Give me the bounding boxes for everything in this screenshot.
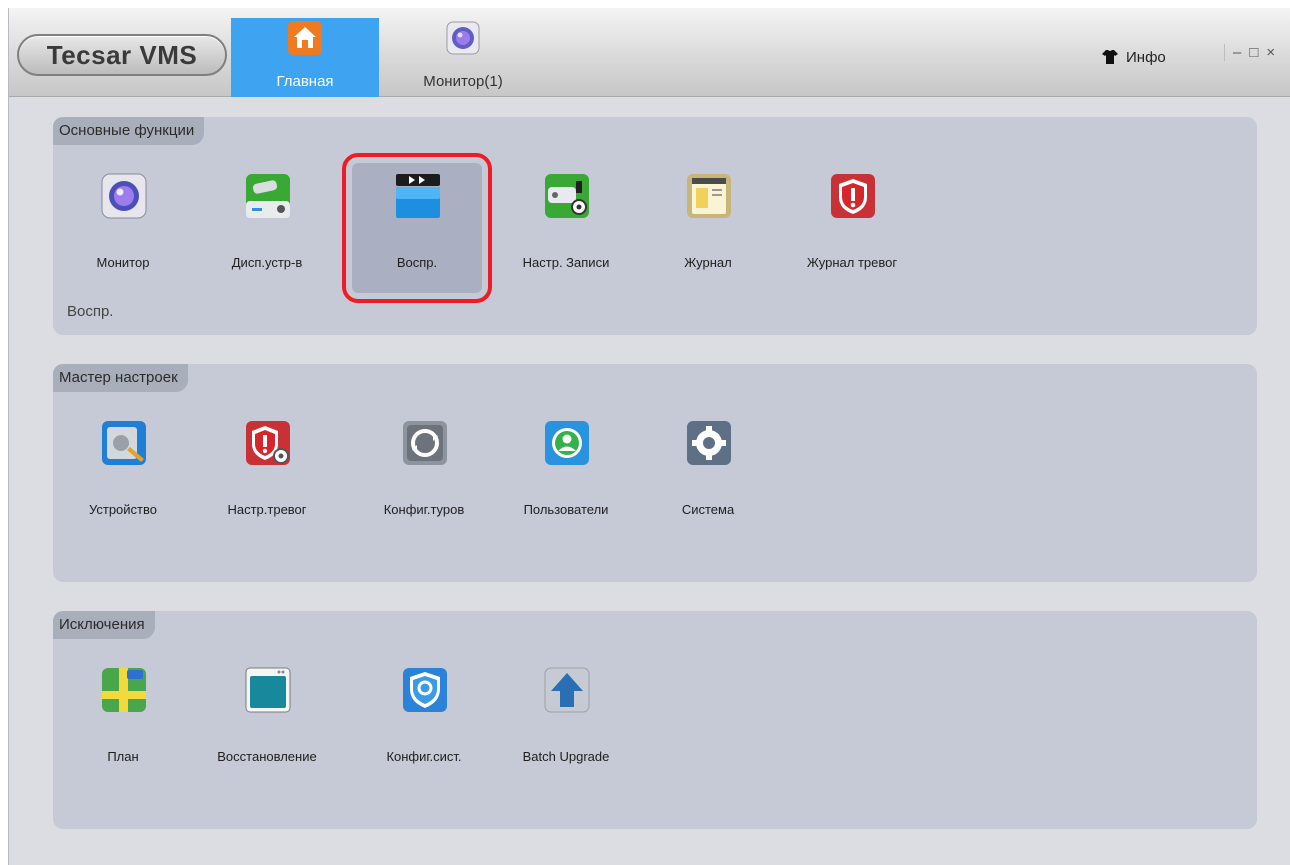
map-icon xyxy=(102,668,146,712)
tile-label: Настр. Записи xyxy=(522,255,610,270)
shirt-icon xyxy=(1102,50,1118,64)
cctv-device-icon xyxy=(246,174,290,218)
status-text: Воспр. xyxy=(67,303,114,320)
tile-label: Настр.тревог xyxy=(227,502,307,517)
tile-label: Конфиг.туров xyxy=(383,502,465,517)
info-label: Инфо xyxy=(1126,48,1166,66)
tab-monitor[interactable]: Монитор(1) xyxy=(389,18,537,97)
config-shield-icon xyxy=(403,668,447,712)
tile-tour-config[interactable]: Конфиг.туров xyxy=(359,410,489,540)
tile-label: План xyxy=(107,749,139,764)
tile-label: Устройство xyxy=(88,502,157,517)
section-main-functions: Основные функции Монитор Дисп.устр-в Вос… xyxy=(53,117,1257,335)
tile-label: Конфиг.сист. xyxy=(386,749,462,764)
tile-journal[interactable]: Журнал xyxy=(643,163,773,293)
tile-label: Монитор xyxy=(96,255,150,270)
tile-label: Журнал xyxy=(684,255,732,270)
tab-monitor-label: Монитор(1) xyxy=(423,73,503,90)
tile-label: Восстановление xyxy=(217,749,317,764)
tile-batch-upgrade[interactable]: Batch Upgrade xyxy=(501,657,631,787)
upload-arrow-icon xyxy=(544,667,590,713)
gear-icon xyxy=(687,421,731,465)
tour-cycle-icon xyxy=(403,421,447,465)
title-bar: Tecsar VMS Главная Монитор(1) Инфо – □ × xyxy=(9,8,1290,97)
tile-system-config[interactable]: Конфиг.сист. xyxy=(359,657,489,787)
alarm-shield-icon xyxy=(831,174,875,218)
tile-restore[interactable]: Восстановление xyxy=(202,657,332,787)
tile-label: Воспр. xyxy=(396,255,438,270)
tile-label: Дисп.устр-в xyxy=(231,255,303,270)
camera-lens-icon xyxy=(101,173,147,219)
info-button[interactable]: Инфо xyxy=(1102,46,1166,68)
section-title: Основные функции xyxy=(53,117,205,145)
log-book-icon xyxy=(687,174,731,218)
maximize-button[interactable]: □ xyxy=(1249,44,1258,61)
section-exceptions: Исключения План Восстановление Конфиг.си… xyxy=(53,611,1257,829)
section-title: Мастер настроек xyxy=(53,364,188,392)
app-logo: Tecsar VMS xyxy=(17,34,227,76)
tile-users[interactable]: Пользователи xyxy=(501,410,631,540)
tile-device-display[interactable]: Дисп.устр-в xyxy=(202,163,332,293)
tile-plan[interactable]: План xyxy=(58,657,188,787)
tile-label: Пользователи xyxy=(523,502,609,517)
alarm-settings-icon xyxy=(246,421,290,465)
tile-playback[interactable]: Воспр. xyxy=(342,153,492,303)
tile-record-settings[interactable]: Настр. Записи xyxy=(501,163,631,293)
tab-home-label: Главная xyxy=(276,73,334,90)
tile-label: Журнал тревог xyxy=(806,255,898,270)
tile-monitor[interactable]: Монитор xyxy=(58,163,188,293)
user-icon xyxy=(545,421,589,465)
tile-alarm-journal[interactable]: Журнал тревог xyxy=(787,163,917,293)
app-window: Tecsar VMS Главная Монитор(1) Инфо – □ ×… xyxy=(8,8,1290,865)
minimize-button[interactable]: – xyxy=(1233,44,1241,61)
tile-label: Система xyxy=(681,502,735,517)
tab-home[interactable]: Главная xyxy=(231,18,379,97)
camera-lens-icon xyxy=(446,21,480,55)
tile-device[interactable]: Устройство xyxy=(58,410,188,540)
clapperboard-icon xyxy=(396,174,440,218)
section-title: Исключения xyxy=(53,611,155,639)
window-icon xyxy=(245,667,291,713)
camera-settings-icon xyxy=(545,174,589,218)
window-controls: – □ × xyxy=(1224,44,1275,61)
tile-alarm-settings[interactable]: Настр.тревог xyxy=(202,410,332,540)
section-setup-wizard: Мастер настроек Устройство Настр.тревог xyxy=(53,364,1257,582)
tile-label: Batch Upgrade xyxy=(522,749,610,764)
home-icon xyxy=(288,21,322,55)
close-button[interactable]: × xyxy=(1266,44,1275,61)
device-tools-icon xyxy=(102,421,146,465)
tile-system[interactable]: Система xyxy=(643,410,773,540)
